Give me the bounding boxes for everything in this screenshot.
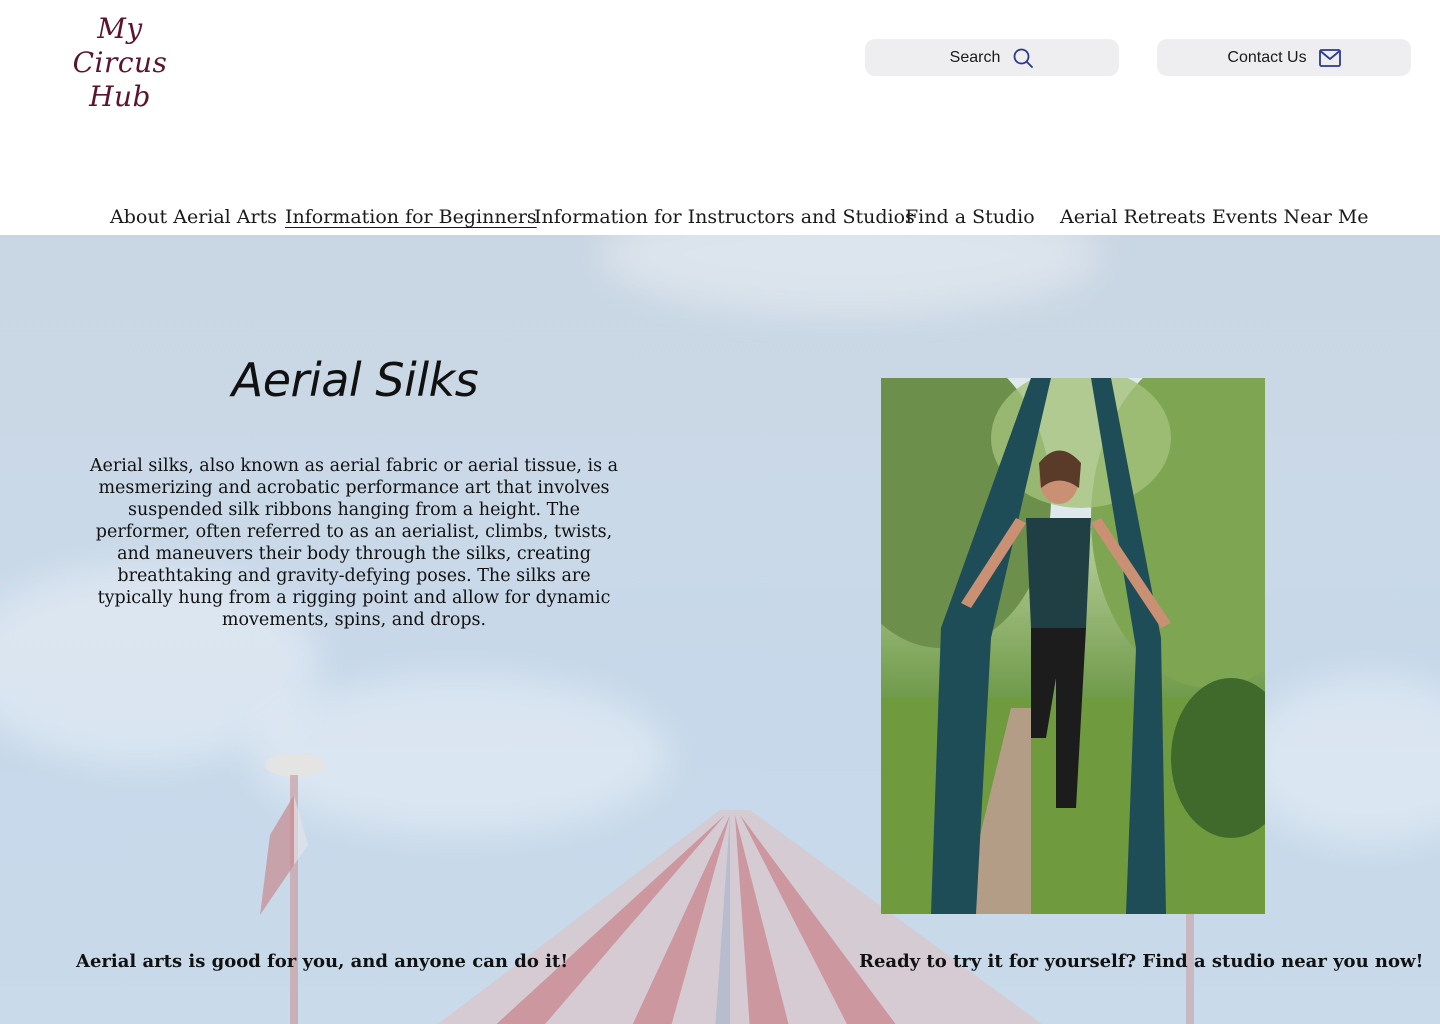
flag-pole-decoration [260, 753, 325, 1024]
nav-events-near-me[interactable]: Events Near Me [1212, 206, 1369, 228]
main-nav: About Aerial Arts Information for Beginn… [0, 206, 1440, 236]
tagline-left: Aerial arts is good for you, and anyone … [76, 951, 569, 972]
cloud-decoration [1240, 675, 1440, 845]
nav-information-for-instructors[interactable]: Information for Instructors and Studios [534, 206, 915, 228]
logo-line-2: Hub [89, 80, 151, 113]
hero-section: Aerial Silks Aerial silks, also known as… [0, 235, 1440, 1024]
contact-label: Contact Us [1227, 48, 1307, 66]
nav-about-aerial-arts[interactable]: About Aerial Arts [110, 206, 277, 228]
aerialist-photo [881, 378, 1265, 914]
nav-aerial-retreats[interactable]: Aerial Retreats [1060, 206, 1206, 228]
nav-find-a-studio[interactable]: Find a Studio [905, 206, 1035, 228]
search-icon [1013, 48, 1034, 68]
logo-line-1: My Circus [72, 12, 168, 79]
nav-information-for-beginners[interactable]: Information for Beginners [285, 206, 537, 228]
contact-us-button[interactable]: Contact Us [1157, 39, 1411, 76]
search-label: Search [949, 48, 1001, 66]
tagline-right[interactable]: Ready to try it for yourself? Find a stu… [859, 951, 1423, 972]
page-title: Aerial Silks [231, 353, 479, 407]
aerial-silks-description: Aerial silks, also known as aerial fabri… [89, 456, 619, 630]
mail-icon [1318, 48, 1341, 67]
site-logo[interactable]: My Circus Hub [50, 12, 190, 114]
cloud-decoration [600, 235, 1100, 315]
search-button[interactable]: Search [865, 39, 1119, 76]
aerialist-photo-illustration [881, 378, 1265, 914]
